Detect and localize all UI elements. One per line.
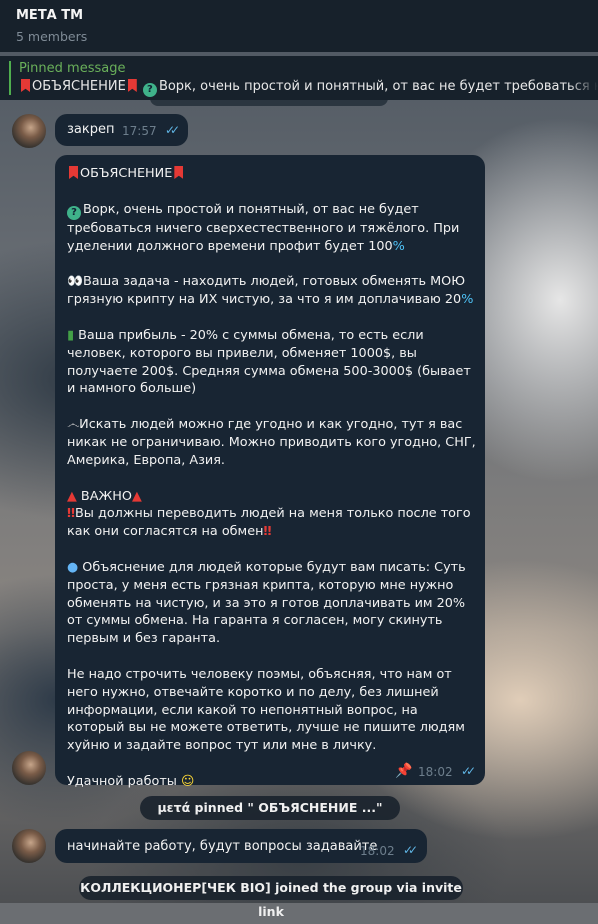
message-time: 17:57 (122, 124, 157, 138)
paragraph: Удачной работы ☺ (67, 773, 195, 789)
pinned-preview-title: ОБЪЯСНЕНИЕ (32, 79, 126, 94)
paragraph: ෴Искать людей можно где угодно и как уго… (67, 417, 476, 468)
pin-icon: 📌 (395, 763, 413, 779)
double-check-icon: ✓✓ (461, 764, 476, 778)
message-bubble-explanation[interactable]: ОБЪЯСНЕНИЕ ? Ворк, очень простой и понятн… (55, 155, 485, 789)
service-join-notice: КОЛЛЕКЦИОНЕР[ЧЕК BIO] joined the group v… (79, 876, 463, 919)
paragraph: 👀Ваша задача - находить людей, готовых о… (67, 274, 474, 308)
bookmark-icon (127, 79, 137, 92)
pinned-label: Pinned message (19, 61, 126, 76)
question-icon: ? (67, 205, 81, 220)
chat-title: МЕТА ТМ (16, 8, 84, 23)
percent-icon: % (461, 292, 474, 308)
message-time: 18:02 (418, 765, 453, 779)
pinned-preview-rest: Ворк, очень простой и понятный, от вас н… (158, 79, 598, 94)
message-time: 18:02 (360, 844, 395, 858)
bookmark-icon (21, 79, 30, 92)
bookmark-icon (174, 166, 184, 179)
speech-icon: ● (67, 559, 79, 575)
message-title: ОБЪЯСНЕНИЕ (80, 166, 173, 181)
pin-notice-text: μετά pinned " ОБЪЯСНЕНИЕ ..." (157, 800, 383, 815)
avatar[interactable] (12, 114, 46, 148)
money-icon: ▮ (67, 327, 75, 343)
pinned-preview: ОБЪЯСНЕНИЕ ? Ворк, очень простой и понятн… (19, 79, 598, 97)
warning-icon: ▲ (67, 488, 77, 504)
double-check-icon: ✓✓ (403, 843, 418, 857)
warning-icon: ▲ (131, 488, 142, 504)
message-text: начинайте работу, будут вопросы задавайт… (67, 839, 378, 854)
message-title-line: ОБЪЯСНЕНИЕ (67, 165, 477, 183)
pinned-accent-bar (9, 61, 11, 95)
question-icon: ? (142, 83, 157, 97)
paragraph: ▮ Ваша прибыль - 20% с суммы обмена, то … (67, 327, 471, 397)
exclamation-icon: ‼ (67, 506, 76, 522)
pinned-message-bar[interactable]: Pinned message ОБЪЯСНЕНИЕ ? Ворк, очень п… (0, 56, 598, 100)
chat-header[interactable]: МЕТА ТМ 5 members (0, 0, 598, 52)
percent-icon: % (392, 238, 405, 254)
bookmark-icon (69, 166, 78, 179)
paragraph: ? Ворк, очень простой и понятный, от вас … (67, 201, 460, 254)
avatar[interactable] (12, 751, 46, 785)
double-check-icon: ✓✓ (165, 123, 180, 137)
paragraph: Не надо строчить человеку поэмы, объясня… (67, 666, 465, 754)
eyes-icon: 👀 (67, 274, 83, 290)
avatar[interactable] (12, 829, 46, 863)
message-bubble[interactable]: начинайте работу, будут вопросы задавайт… (55, 829, 427, 863)
paragraph: ‼Вы должны переводить людей на меня толь… (67, 506, 471, 540)
smile-icon: ☺ (180, 773, 195, 789)
message-bubble[interactable]: закреп 17:57 ✓✓ (55, 114, 188, 146)
exclamation-icon: ‼ (263, 524, 272, 540)
paragraph: ● Объяснение для людей которые будут вам… (67, 559, 466, 647)
join-notice-text: КОЛЛЕКЦИОНЕР[ЧЕК BIO] joined the group v… (80, 880, 462, 919)
paragraph: ▲ ВАЖНО▲ (67, 488, 142, 504)
message-text: закреп (67, 122, 115, 137)
mustache-icon: ෴ (67, 417, 80, 433)
service-pin-notice: μετά pinned " ОБЪЯСНЕНИЕ ..." (140, 796, 400, 820)
message-body: ОБЪЯСНЕНИЕ ? Ворк, очень простой и понятн… (67, 165, 477, 791)
member-count: 5 members (16, 29, 88, 44)
